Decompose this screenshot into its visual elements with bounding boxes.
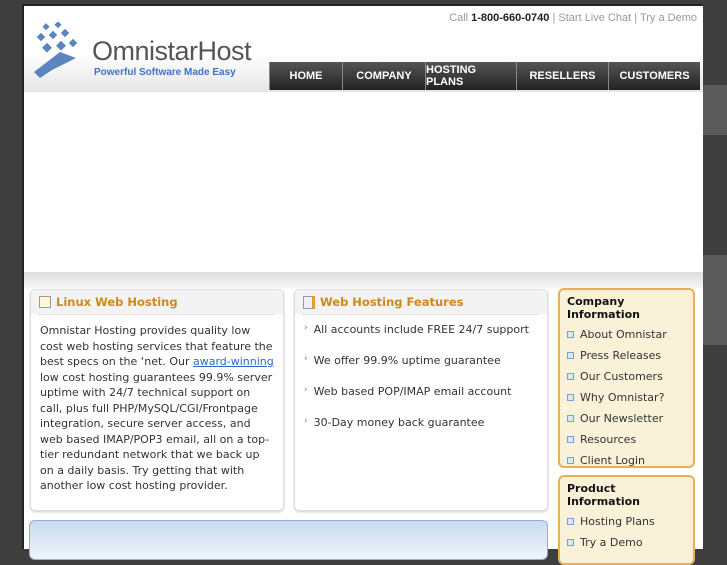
logo-tagline: Powerful Software Made Easy bbox=[94, 67, 236, 78]
feature-text: 30-Day money back guarantee bbox=[313, 416, 485, 429]
company-info-title: Company Information bbox=[567, 295, 640, 321]
try-demo-link[interactable]: Try a Demo bbox=[640, 12, 697, 24]
logo[interactable]: OmnistarHost Powerful Software Made Easy bbox=[32, 20, 272, 90]
sidebar-item-resources[interactable]: Resources bbox=[567, 429, 686, 450]
bullet-icon bbox=[567, 415, 574, 422]
sidebar-item-press[interactable]: Press Releases bbox=[567, 345, 686, 366]
nav-hosting-plans[interactable]: HOSTING PLANS bbox=[425, 62, 516, 90]
nav-company[interactable]: COMPANY bbox=[342, 62, 425, 90]
sidebar-item-about[interactable]: About Omnistar bbox=[567, 324, 686, 345]
label: Client Login bbox=[580, 454, 646, 467]
feature-text: We offer 99.9% uptime guarantee bbox=[313, 354, 501, 367]
bullet-icon bbox=[567, 518, 574, 525]
company-info-box: Company Information About Omnistar Press… bbox=[558, 288, 695, 468]
top-bar: Call 1-800-660-0740 | Start Live Chat | … bbox=[449, 12, 697, 24]
notepad-icon bbox=[39, 296, 51, 308]
linux-hosting-text: Omnistar Hosting provides quality low co… bbox=[31, 315, 283, 502]
sidebar-item-customers[interactable]: Our Customers bbox=[567, 366, 686, 387]
sidebar-item-try-demo[interactable]: Try a Demo bbox=[567, 532, 686, 553]
nav-customers[interactable]: CUSTOMERS bbox=[608, 62, 700, 90]
bullet-icon bbox=[567, 352, 574, 359]
bullet-icon bbox=[567, 436, 574, 443]
text: low cost hosting guarantees 99.9% server… bbox=[40, 370, 273, 493]
logo-mark-icon bbox=[34, 22, 78, 78]
list-item: › 30-Day money back guarantee bbox=[304, 416, 538, 447]
nav-home[interactable]: HOME bbox=[269, 62, 342, 90]
chevron-right-icon: › bbox=[304, 416, 308, 426]
product-info-title: Product Information bbox=[567, 482, 640, 508]
phone-number: 1-800-660-0740 bbox=[471, 12, 550, 24]
separator: | bbox=[552, 12, 556, 24]
logo-name: OmnistarHost bbox=[92, 36, 252, 66]
features-list: › All accounts include FREE 24/7 support … bbox=[295, 315, 547, 455]
bullet-icon bbox=[567, 394, 574, 401]
features-box: Web Hosting Features › All accounts inclu… bbox=[294, 289, 548, 511]
label: Press Releases bbox=[580, 349, 662, 362]
label: Resources bbox=[580, 433, 637, 446]
call-label: Call bbox=[449, 12, 469, 24]
chevron-right-icon: › bbox=[304, 354, 308, 364]
list-item: › We offer 99.9% uptime guarantee bbox=[304, 354, 538, 385]
live-chat-link[interactable]: Start Live Chat bbox=[558, 12, 631, 24]
features-title: Web Hosting Features bbox=[320, 295, 464, 309]
background-band bbox=[703, 255, 727, 345]
sidebar-item-newsletter[interactable]: Our Newsletter bbox=[567, 408, 686, 429]
separator: | bbox=[634, 12, 638, 24]
bullet-icon bbox=[567, 457, 574, 464]
label: Hosting Plans bbox=[580, 515, 655, 528]
chevron-right-icon: › bbox=[304, 385, 308, 395]
product-info-box: Product Information Hosting Plans Try a … bbox=[558, 475, 695, 565]
list-item: › All accounts include FREE 24/7 support bbox=[304, 323, 538, 354]
sidebar-item-hosting-plans[interactable]: Hosting Plans bbox=[567, 511, 686, 532]
list-item: › Web based POP/IMAP email account bbox=[304, 385, 538, 416]
linux-hosting-title: Linux Web Hosting bbox=[56, 295, 178, 309]
sidebar-item-client-login[interactable]: Client Login bbox=[567, 450, 686, 471]
background-band bbox=[703, 85, 727, 135]
page: Call 1-800-660-0740 | Start Live Chat | … bbox=[22, 4, 703, 565]
label: About Omnistar bbox=[580, 328, 667, 341]
document-icon bbox=[303, 295, 315, 309]
label: Try a Demo bbox=[580, 536, 643, 549]
bullet-icon bbox=[567, 373, 574, 380]
label: Our Newsletter bbox=[580, 412, 664, 425]
label: Why Omnistar? bbox=[580, 391, 665, 404]
divider-strip bbox=[24, 272, 703, 288]
label: Our Customers bbox=[580, 370, 663, 383]
award-winning-link[interactable]: award-winning bbox=[193, 355, 274, 368]
bottom-panel bbox=[29, 520, 548, 560]
main-nav: HOME COMPANY HOSTING PLANS RESELLERS CUS… bbox=[269, 62, 700, 90]
chevron-right-icon: › bbox=[304, 323, 308, 333]
feature-text: Web based POP/IMAP email account bbox=[313, 385, 512, 398]
nav-resellers[interactable]: RESELLERS bbox=[516, 62, 608, 90]
bullet-icon bbox=[567, 331, 574, 338]
sidebar-item-why[interactable]: Why Omnistar? bbox=[567, 387, 686, 408]
feature-text: All accounts include FREE 24/7 support bbox=[313, 323, 529, 336]
linux-hosting-box: Linux Web Hosting Omnistar Hosting provi… bbox=[30, 289, 284, 511]
